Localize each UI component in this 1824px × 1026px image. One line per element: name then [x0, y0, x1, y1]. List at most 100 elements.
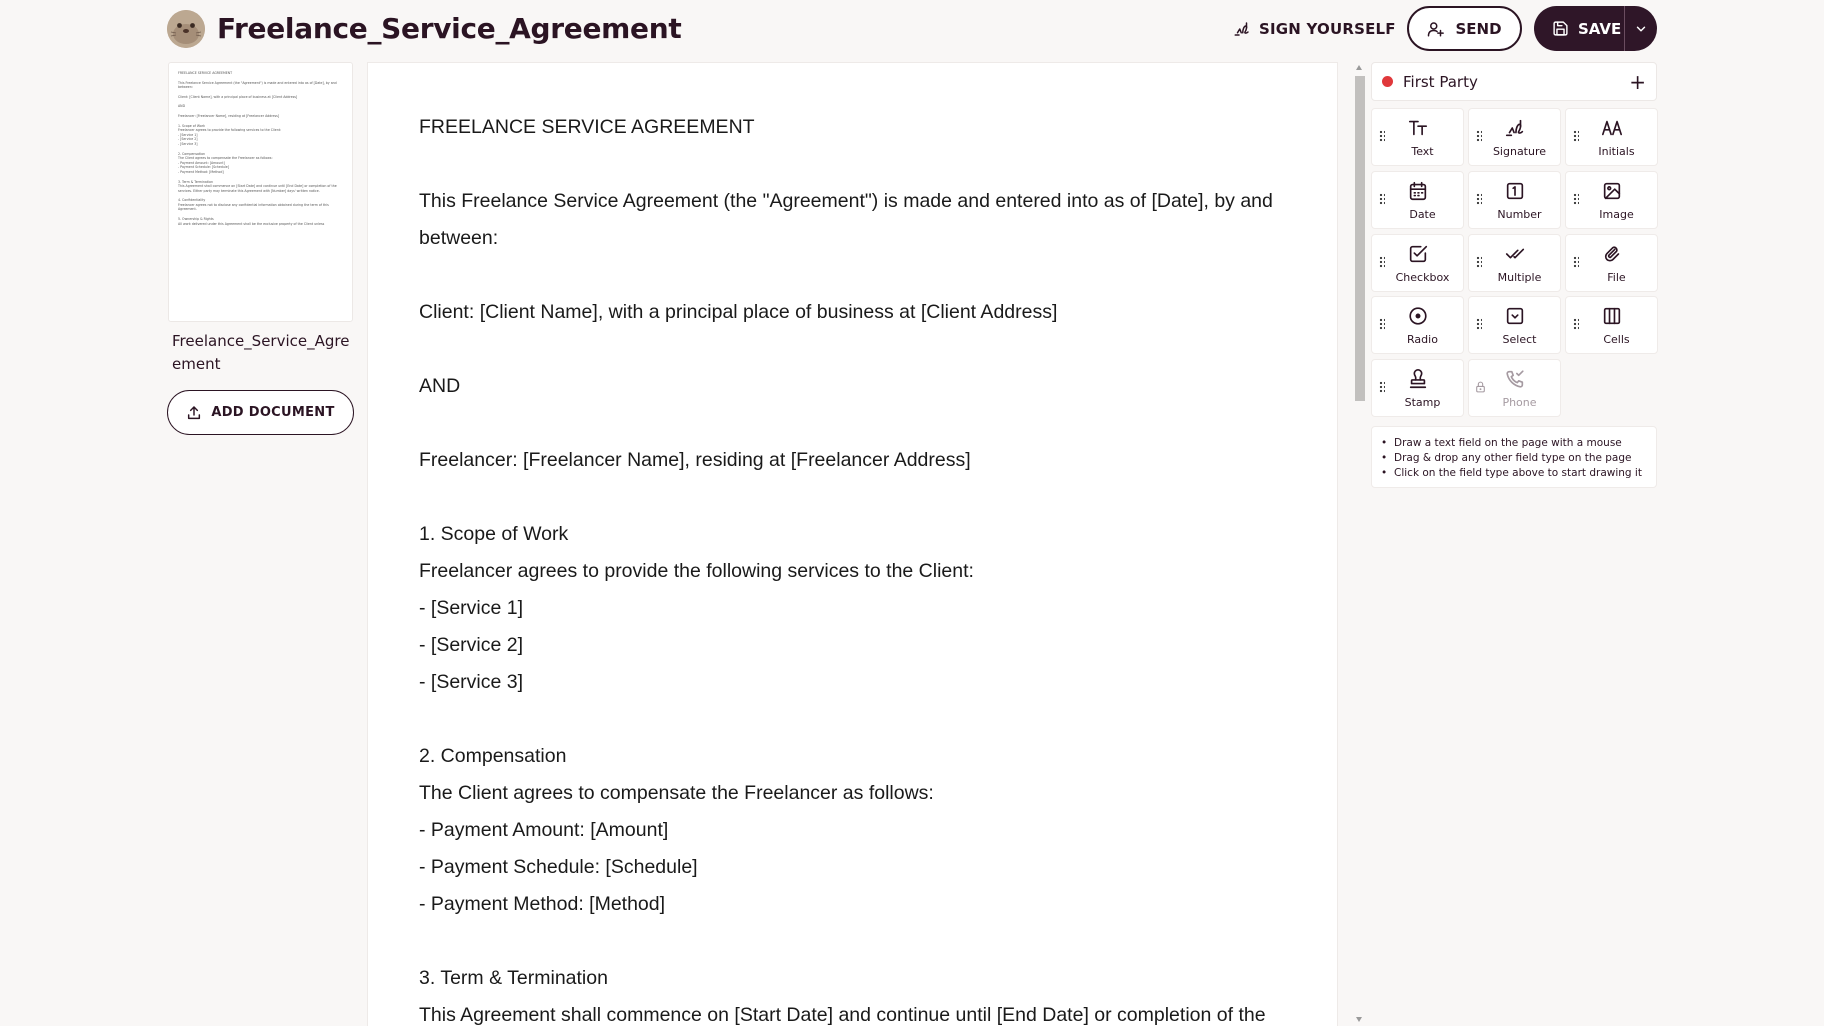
document-text-line: AND: [419, 375, 461, 397]
field-type-signature[interactable]: Signature: [1468, 108, 1561, 166]
drag-handle-icon[interactable]: [1476, 318, 1482, 330]
field-type-file[interactable]: File: [1565, 234, 1658, 292]
document-text-line: This Freelance Service Agreement (the "A…: [419, 190, 1273, 212]
checkbox-icon: [1409, 245, 1427, 263]
document-text-line: between:: [419, 227, 499, 249]
calendar-icon: [1409, 181, 1426, 201]
save-button[interactable]: SAVE: [1534, 20, 1624, 38]
document-text-line: This Agreement shall commence on [Start …: [419, 1004, 1266, 1026]
save-button-group: SAVE: [1534, 6, 1657, 51]
tip-item: Click on the field type above to start d…: [1381, 466, 1648, 481]
drag-handle-icon[interactable]: [1476, 193, 1482, 205]
radio-icon: [1408, 307, 1427, 325]
drag-handle-icon[interactable]: [1379, 381, 1385, 393]
image-icon: [1603, 182, 1620, 200]
field-type-label: Image: [1599, 208, 1634, 221]
drag-handle-icon[interactable]: [1379, 256, 1385, 268]
field-type-radio[interactable]: Radio: [1371, 296, 1464, 354]
field-type-number[interactable]: Number: [1468, 171, 1561, 229]
field-type-checkbox[interactable]: Checkbox: [1371, 234, 1464, 292]
tip-item: Drag & drop any other field type on the …: [1381, 451, 1648, 466]
document-text-line: [419, 331, 1285, 368]
document-text-line: Freelancer agrees to provide the followi…: [419, 560, 974, 582]
select-icon: [1506, 307, 1523, 325]
document-text-line: - Payment Method: [Method]: [419, 893, 666, 915]
field-type-label: Text: [1411, 145, 1434, 158]
field-type-cells[interactable]: Cells: [1565, 296, 1658, 354]
logo-avatar-icon: [167, 10, 205, 48]
upload-icon: [188, 405, 201, 419]
field-type-label: Number: [1497, 208, 1542, 221]
field-type-label: Date: [1409, 208, 1436, 221]
signature-icon: [1234, 22, 1249, 36]
document-text-line: Freelancer: [Freelancer Name], residing …: [419, 449, 971, 471]
scroll-down-arrow-icon[interactable]: [1356, 1017, 1362, 1022]
document-title: Freelance_Service_Agreement: [217, 12, 682, 45]
field-type-label: Signature: [1492, 145, 1547, 158]
field-type-multiple[interactable]: Multiple: [1468, 234, 1561, 292]
field-type-initials[interactable]: Initials: [1565, 108, 1658, 166]
field-type-label: File: [1607, 271, 1626, 284]
add-party-icon[interactable]: +: [1629, 72, 1646, 92]
stamp-icon: [1409, 369, 1426, 389]
save-options-dropdown[interactable]: [1625, 22, 1657, 36]
drag-handle-icon[interactable]: [1476, 256, 1482, 268]
document-text-line: [419, 405, 1285, 442]
drag-handle-icon[interactable]: [1573, 130, 1579, 142]
field-type-stamp[interactable]: Stamp: [1371, 359, 1464, 417]
paperclip-icon: [1604, 246, 1619, 262]
drag-handle-icon[interactable]: [1573, 318, 1579, 330]
drag-handle-icon[interactable]: [1573, 193, 1579, 205]
party-name: First Party: [1403, 72, 1478, 91]
drag-handle-icon[interactable]: [1573, 256, 1579, 268]
sign-yourself-label: SIGN YOURSELF: [1259, 20, 1396, 38]
party-color-dot: [1382, 76, 1393, 87]
party-selector[interactable]: First Party +: [1371, 62, 1657, 101]
document-text-line: [419, 146, 1285, 183]
send-button[interactable]: SEND: [1407, 6, 1522, 51]
thumbnail-text-line: services. Either party may terminate thi…: [178, 188, 320, 193]
cells-icon: [1603, 307, 1620, 325]
scroll-up-arrow-icon[interactable]: [1356, 65, 1362, 70]
lock-icon: [1476, 381, 1485, 393]
document-page[interactable]: FREELANCE SERVICE AGREEMENT This Freelanc…: [367, 62, 1338, 1026]
drag-handle-icon[interactable]: [1379, 130, 1385, 142]
field-type-label: Multiple: [1497, 271, 1542, 284]
drag-handle-icon[interactable]: [1476, 130, 1482, 142]
document-text-line: 2. Compensation: [419, 745, 567, 767]
document-text-line: - [Service 1]: [419, 597, 524, 619]
document-text-line: - [Service 2]: [419, 634, 524, 656]
document-scrollbar[interactable]: [1354, 62, 1365, 1026]
document-text-line: Client: [Client Name], with a principal …: [419, 301, 1058, 323]
send-label: SEND: [1455, 19, 1502, 38]
scrollbar-thumb[interactable]: [1355, 76, 1365, 401]
document-text-line: [419, 479, 1285, 516]
add-user-icon: [1428, 21, 1445, 36]
chevron-down-icon: [1636, 26, 1646, 31]
drag-handle-icon[interactable]: [1379, 193, 1385, 205]
field-type-label: Checkbox: [1395, 271, 1450, 284]
thumbnail-text-line: Freelancer agrees not to disclose any co…: [178, 202, 329, 207]
field-type-label: Select: [1502, 333, 1537, 346]
document-text-line: FREELANCE SERVICE AGREEMENT: [419, 116, 755, 138]
sign-yourself-button[interactable]: SIGN YOURSELF: [1233, 16, 1396, 42]
document-thumbnail[interactable]: FREELANCE SERVICE AGREEMENT This Freelanc…: [168, 62, 353, 322]
add-document-button[interactable]: ADD DOCUMENT: [167, 390, 354, 435]
document-text-line: - Payment Schedule: [Schedule]: [419, 856, 698, 878]
top-bar: Freelance_Service_Agreement SIGN YOURSEL…: [0, 0, 1824, 60]
drag-handle-icon[interactable]: [1379, 318, 1385, 330]
field-type-date[interactable]: Date: [1371, 171, 1464, 229]
thumbnail-text-line: This Freelance Service Agreement (the "A…: [178, 80, 337, 85]
field-type-text[interactable]: Text: [1371, 108, 1464, 166]
floppy-disk-icon: [1553, 21, 1568, 36]
field-type-label: Initials: [1598, 145, 1635, 158]
document-text-line: - [Service 3]: [419, 671, 524, 693]
document-text-line: - Payment Amount: [Amount]: [419, 819, 669, 841]
document-text-line: The Client agrees to compensate the Free…: [419, 782, 934, 804]
field-type-image[interactable]: Image: [1565, 171, 1658, 229]
add-document-label: ADD DOCUMENT: [211, 405, 335, 420]
field-type-label: Phone: [1502, 396, 1537, 409]
initials-icon: [1601, 120, 1622, 136]
thumbnail-text-line: This Agreement shall commence on [Start …: [178, 184, 337, 189]
field-type-select[interactable]: Select: [1468, 296, 1561, 354]
